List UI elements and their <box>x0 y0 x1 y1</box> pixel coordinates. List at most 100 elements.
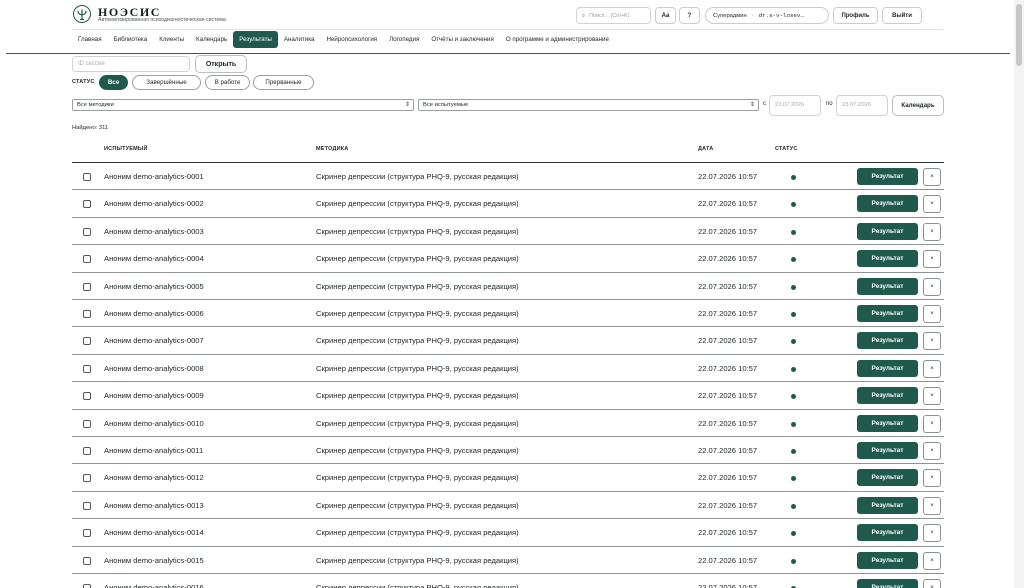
result-button[interactable]: Результат <box>857 579 918 588</box>
help-button[interactable]: ? <box>679 7 700 24</box>
result-button[interactable]: Результат <box>857 524 918 542</box>
nav-item-5[interactable]: Аналитика <box>278 31 321 48</box>
date-from-input[interactable]: 23.07.2026 <box>769 95 821 116</box>
row-checkbox[interactable] <box>83 392 91 401</box>
result-button[interactable]: Результат <box>857 442 918 459</box>
delete-button[interactable]: × <box>923 524 941 543</box>
delete-button[interactable]: × <box>923 277 941 296</box>
search-input[interactable]: ⌕ Поиск... (Ctrl+K) <box>576 7 651 24</box>
nav-item-8[interactable]: Отчёты и заключения <box>425 31 500 48</box>
table-row[interactable]: Аноним demo-analytics-0008 Скринер депрес… <box>72 355 944 383</box>
chip-completed[interactable]: Завершённые <box>132 75 201 90</box>
delete-button[interactable]: × <box>923 195 941 214</box>
table-row[interactable]: Аноним demo-analytics-0007 Скринер депрес… <box>72 327 944 355</box>
row-subject: Аноним demo-analytics-0015 <box>104 555 204 565</box>
delete-button[interactable]: × <box>923 168 941 186</box>
status-completed-dot <box>791 531 796 537</box>
table-row[interactable]: Аноним demo-analytics-0010 Скринер депрес… <box>72 410 944 437</box>
row-checkbox[interactable] <box>83 529 91 538</box>
result-button[interactable]: Результат <box>857 551 918 569</box>
row-checkbox[interactable] <box>83 584 91 588</box>
delete-button[interactable]: × <box>923 222 941 241</box>
table-row[interactable]: Аноним demo-analytics-0014 Скринер депрес… <box>72 519 944 547</box>
table-row[interactable]: Аноним demo-analytics-0001 Скринер депрес… <box>72 163 944 191</box>
row-checkbox[interactable] <box>83 364 91 373</box>
session-id-input[interactable]: ID сессии <box>72 56 190 72</box>
nav-item-2[interactable]: Клиенты <box>153 31 190 48</box>
row-checkbox[interactable] <box>83 282 91 291</box>
col-date-header: ДАТА <box>698 146 714 152</box>
result-button[interactable]: Результат <box>857 332 918 350</box>
calendar-button[interactable]: Календарь <box>892 95 944 116</box>
result-button[interactable]: Результат <box>857 250 918 268</box>
table-row[interactable]: Аноним demo-analytics-0003 Скринер депрес… <box>72 218 944 246</box>
subject-select[interactable]: Все испытуемые ⇕ <box>418 99 759 111</box>
table-row[interactable]: Аноним demo-analytics-0005 Скринер депрес… <box>72 273 944 300</box>
delete-button[interactable]: × <box>923 250 941 269</box>
method-select[interactable]: Все методики ⇕ <box>72 99 414 111</box>
result-button[interactable]: Результат <box>857 222 918 240</box>
nav-item-0[interactable]: Главная <box>72 31 108 48</box>
chip-in-progress[interactable]: В работе <box>205 75 250 90</box>
date-to-input[interactable]: 23.07.2026 <box>836 95 888 116</box>
logout-button[interactable]: Выйти <box>882 7 922 24</box>
table-row[interactable]: Аноним demo-analytics-0011 Скринер депрес… <box>72 437 944 465</box>
table-row[interactable]: Аноним demo-analytics-0009 Скринер депрес… <box>72 382 944 410</box>
result-button[interactable]: Результат <box>857 414 918 432</box>
chip-interrupted[interactable]: Прерванные <box>253 75 314 90</box>
delete-button[interactable]: × <box>923 359 941 378</box>
row-checkbox[interactable] <box>83 227 91 236</box>
row-checkbox[interactable] <box>83 447 91 455</box>
user-badge[interactable]: Суперадмин · dr.s-v-losev… <box>705 7 829 24</box>
result-button[interactable]: Результат <box>857 496 918 514</box>
nav-item-3[interactable]: Календарь <box>190 31 233 48</box>
font-size-button[interactable]: Aa <box>655 7 676 24</box>
page-scrollbar-track[interactable] <box>1014 0 1024 588</box>
row-checkbox[interactable] <box>83 310 91 318</box>
page-scrollbar-thumb[interactable] <box>1016 4 1022 66</box>
row-method: Скринер депрессии (структура PHQ-9, русс… <box>316 281 519 291</box>
table-row[interactable]: Аноним demo-analytics-0016 Скринер депрес… <box>72 574 944 588</box>
row-checkbox[interactable] <box>83 474 91 483</box>
delete-button[interactable]: × <box>923 305 941 323</box>
nav-item-4[interactable]: Результаты <box>233 31 278 48</box>
profile-button[interactable]: Профиль <box>833 7 878 24</box>
result-button[interactable]: Результат <box>857 195 918 213</box>
table-row[interactable]: Аноним demo-analytics-0002 Скринер депрес… <box>72 190 944 218</box>
table-row[interactable]: Аноним demo-analytics-0013 Скринер депрес… <box>72 492 944 520</box>
result-button[interactable]: Результат <box>857 305 918 322</box>
nav-item-6[interactable]: Нейропсихология <box>321 31 384 48</box>
row-checkbox[interactable] <box>83 419 91 428</box>
delete-button[interactable]: × <box>923 579 941 588</box>
table-row[interactable]: Аноним demo-analytics-0004 Скринер депрес… <box>72 245 944 273</box>
delete-button[interactable]: × <box>923 332 941 351</box>
row-checkbox[interactable] <box>83 255 91 264</box>
table-row[interactable]: Аноним demo-analytics-0012 Скринер депрес… <box>72 464 944 492</box>
result-button[interactable]: Результат <box>857 168 918 185</box>
row-checkbox[interactable] <box>83 556 91 565</box>
status-completed-dot <box>791 202 796 208</box>
row-checkbox[interactable] <box>83 200 91 209</box>
result-button[interactable]: Результат <box>857 359 918 377</box>
delete-button[interactable]: × <box>923 496 941 515</box>
table-row[interactable]: Аноним demo-analytics-0015 Скринер депрес… <box>72 547 944 574</box>
chevron-updown-icon: ⇕ <box>404 102 410 108</box>
delete-button[interactable]: × <box>923 469 941 488</box>
nav-item-7[interactable]: Логопедия <box>383 31 425 48</box>
delete-button[interactable]: × <box>923 414 941 433</box>
result-button[interactable]: Результат <box>857 387 918 405</box>
row-checkbox[interactable] <box>83 173 91 181</box>
delete-button[interactable]: × <box>923 551 941 570</box>
row-checkbox[interactable] <box>83 337 91 346</box>
row-subject: Аноним demo-analytics-0004 <box>104 254 204 264</box>
delete-button[interactable]: × <box>923 442 941 460</box>
table-row[interactable]: Аноним demo-analytics-0006 Скринер депрес… <box>72 300 944 328</box>
result-button[interactable]: Результат <box>857 469 918 487</box>
nav-item-9[interactable]: О программе и администрирование <box>500 31 615 48</box>
nav-item-1[interactable]: Библиотека <box>108 31 154 48</box>
delete-button[interactable]: × <box>923 387 941 406</box>
open-button[interactable]: Открыть <box>195 55 247 73</box>
result-button[interactable]: Результат <box>857 277 918 295</box>
row-checkbox[interactable] <box>83 501 91 510</box>
chip-all[interactable]: Все <box>99 75 128 90</box>
